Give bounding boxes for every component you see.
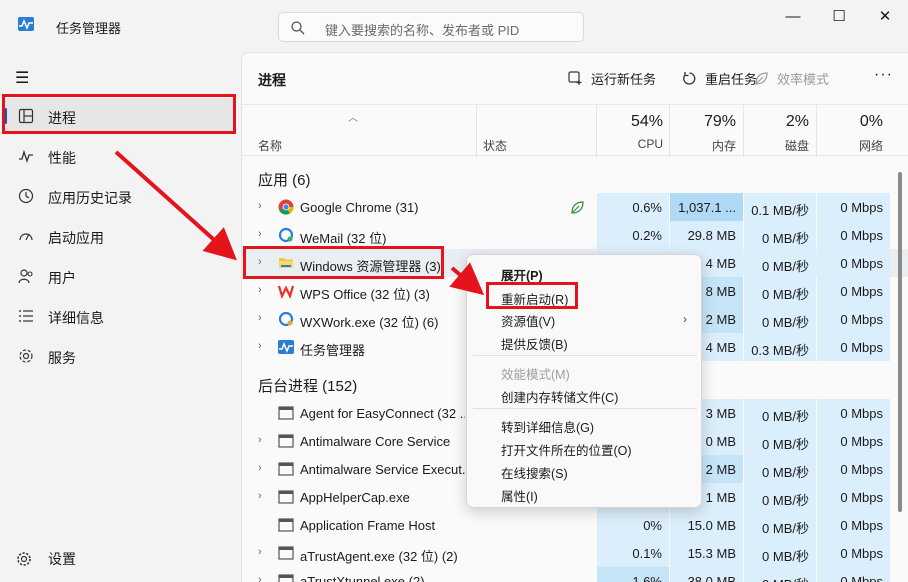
arrow-to-explorer (114, 150, 237, 261)
annotation-arrows (114, 150, 485, 296)
arrow-to-restart (449, 262, 485, 296)
